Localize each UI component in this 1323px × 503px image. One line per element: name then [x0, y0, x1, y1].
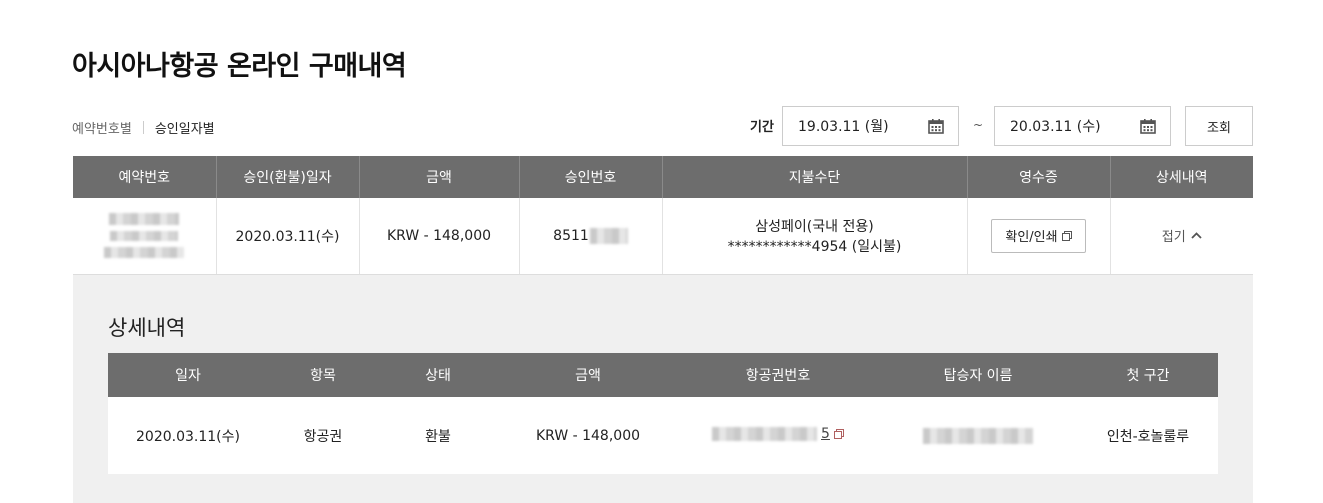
tab-approval-date[interactable]: 승인일자별: [155, 118, 215, 137]
column-header: 영수증: [967, 156, 1111, 198]
approval-number-cell: 8511: [519, 198, 663, 275]
date-range-separator: ~: [973, 118, 984, 132]
detail-status-cell: 환불: [378, 397, 498, 474]
column-header: 탑승자 이름: [878, 353, 1078, 397]
ticket-number-link[interactable]: 5: [712, 426, 844, 442]
column-header: 일자: [108, 353, 268, 397]
redacted-reservation-number: [73, 213, 216, 259]
column-header: 금액: [498, 353, 678, 397]
date-from-field[interactable]: 19.03.11 (월): [782, 106, 959, 146]
redacted-text: [923, 427, 1033, 444]
date-from-value: 19.03.11 (월): [798, 119, 889, 135]
detail-title: 상세내역: [108, 316, 186, 340]
period-label: 기간: [750, 120, 774, 135]
approval-number-visible: 8511: [553, 227, 589, 244]
popup-window-icon: [833, 429, 844, 439]
redacted-text: [589, 227, 628, 244]
detail-date-cell: 2020.03.11(수): [108, 397, 268, 474]
page-title: 아시아나항공 온라인 구매내역: [72, 51, 407, 82]
detail-header-row: 일자 항목 상태 금액 항공권번호 탑승자 이름 첫 구간: [108, 353, 1218, 397]
amount-cell: KRW - 148,000: [359, 198, 520, 275]
column-header: 승인번호: [519, 156, 663, 198]
column-header: 예약번호: [73, 156, 217, 198]
detail-panel: 상세내역 일자 항목 상태 금액 항공권번호 탑승자 이름 첫 구간 2020.…: [73, 275, 1253, 503]
column-header: 상세내역: [1110, 156, 1253, 198]
date-to-value: 20.03.11 (수): [1010, 119, 1101, 135]
ticket-number-cell: 5: [678, 397, 878, 474]
redacted-text: [109, 213, 180, 226]
popup-window-icon: [1061, 230, 1072, 241]
detail-table: 일자 항목 상태 금액 항공권번호 탑승자 이름 첫 구간 2020.03.11…: [108, 353, 1218, 474]
calendar-icon[interactable]: [928, 118, 944, 134]
search-button[interactable]: 조회: [1185, 106, 1253, 146]
date-to-field[interactable]: 20.03.11 (수): [994, 106, 1171, 146]
tab-divider: [142, 121, 144, 134]
purchase-history-table: 예약번호 승인(환불)일자 금액 승인번호 지불수단 영수증 상세내역 2020…: [73, 156, 1253, 275]
table-row: 2020.03.11(수) KRW - 148,000 8511 삼성페이(국내…: [73, 198, 1253, 275]
redacted-text: [110, 231, 179, 242]
receipt-cell: 확인/인쇄: [967, 198, 1111, 275]
calendar-icon[interactable]: [1140, 118, 1156, 134]
table-header-row: 예약번호 승인(환불)일자 금액 승인번호 지불수단 영수증 상세내역: [73, 156, 1253, 198]
chevron-up-icon: [1191, 232, 1202, 239]
table-row: 2020.03.11(수) 항공권 환불 KRW - 148,000 5 인천-…: [108, 397, 1218, 474]
payment-method-cell: 삼성페이(국내 전용) ************4954 (일시불): [662, 198, 968, 275]
receipt-print-button[interactable]: 확인/인쇄: [991, 218, 1086, 253]
first-segment-cell: 인천-호놀룰루: [1078, 397, 1218, 474]
column-header: 지불수단: [662, 156, 968, 198]
column-header: 첫 구간: [1078, 353, 1218, 397]
column-header: 금액: [359, 156, 520, 198]
card-number: ************4954 (일시불): [727, 238, 902, 255]
column-header: 승인(환불)일자: [216, 156, 360, 198]
redacted-text: [104, 247, 185, 259]
collapse-label: 접기: [1161, 230, 1186, 246]
detail-item-cell: 항공권: [268, 397, 378, 474]
passenger-name-cell: [878, 397, 1078, 474]
collapse-detail-button[interactable]: 접기: [1162, 226, 1202, 245]
detail-amount-cell: KRW - 148,000: [498, 397, 678, 474]
column-header: 항목: [268, 353, 378, 397]
receipt-button-label: 확인/인쇄: [1005, 230, 1058, 246]
column-header: 항공권번호: [678, 353, 878, 397]
detail-toggle-cell: 접기: [1110, 198, 1253, 275]
tab-reservation-number[interactable]: 예약번호별: [72, 118, 132, 137]
payment-method-name: 삼성페이(국내 전용): [755, 218, 874, 235]
ticket-number-visible: 5: [821, 426, 830, 442]
redacted-text: [712, 427, 818, 441]
approval-date-cell: 2020.03.11(수): [216, 198, 360, 275]
filter-tabs: 예약번호별 승인일자별: [72, 118, 215, 137]
reservation-number-cell: [73, 198, 217, 275]
column-header: 상태: [378, 353, 498, 397]
